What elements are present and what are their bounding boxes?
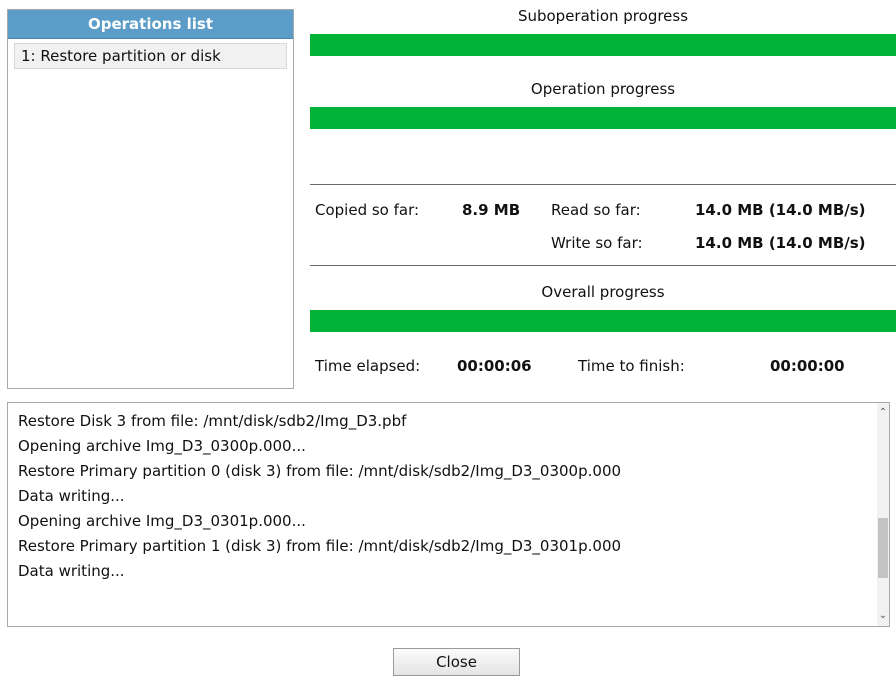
operation-progress-fill	[310, 107, 896, 129]
log-lines: Restore Disk 3 from file: /mnt/disk/sdb2…	[18, 409, 880, 584]
time-elapsed-value: 00:00:06	[457, 357, 532, 375]
log-output[interactable]: Restore Disk 3 from file: /mnt/disk/sdb2…	[7, 402, 890, 627]
time-elapsed-label: Time elapsed:	[315, 357, 421, 375]
copied-so-far-value: 8.9 MB	[462, 201, 521, 219]
operations-list-panel: Operations list 1: Restore partition or …	[7, 9, 294, 389]
divider	[310, 265, 896, 266]
write-so-far-value: 14.0 MB (14.0 MB/s)	[695, 234, 866, 252]
suboperation-progress-fill	[310, 34, 896, 56]
write-so-far-label: Write so far:	[551, 234, 643, 252]
scroll-down-arrow-icon[interactable]: ⌄	[877, 608, 889, 624]
operation-progress-bar	[310, 107, 896, 129]
read-so-far-value: 14.0 MB (14.0 MB/s)	[695, 201, 866, 219]
scroll-thumb[interactable]	[878, 518, 888, 578]
operations-list-item[interactable]: 1: Restore partition or disk	[14, 43, 287, 69]
copied-so-far-label: Copied so far:	[315, 201, 420, 219]
log-line: Restore Disk 3 from file: /mnt/disk/sdb2…	[18, 412, 407, 430]
log-line: Data writing...	[18, 562, 125, 580]
log-line: Opening archive Img_D3_0301p.000...	[18, 512, 306, 530]
operation-progress-label: Operation progress	[530, 80, 676, 98]
log-line: Data writing...	[18, 487, 125, 505]
suboperation-progress-label: Suboperation progress	[517, 7, 689, 25]
suboperation-progress-bar	[310, 34, 896, 56]
scroll-up-arrow-icon[interactable]: ⌃	[877, 405, 889, 421]
log-scrollbar[interactable]: ⌃ ⌄	[877, 403, 889, 626]
overall-progress-label: Overall progress	[541, 283, 665, 301]
operations-list-header: Operations list	[8, 10, 293, 39]
divider	[310, 184, 896, 185]
read-so-far-label: Read so far:	[551, 201, 641, 219]
restore-progress-window: Operations list 1: Restore partition or …	[0, 0, 896, 677]
overall-progress-bar	[310, 310, 896, 332]
log-line: Restore Primary partition 1 (disk 3) fro…	[18, 537, 622, 555]
time-to-finish-value: 00:00:00	[770, 357, 845, 375]
close-button[interactable]: Close	[393, 648, 520, 676]
log-line: Opening archive Img_D3_0300p.000...	[18, 437, 306, 455]
log-line: Restore Primary partition 0 (disk 3) fro…	[18, 462, 622, 480]
overall-progress-fill	[310, 310, 896, 332]
time-to-finish-label: Time to finish:	[578, 357, 685, 375]
